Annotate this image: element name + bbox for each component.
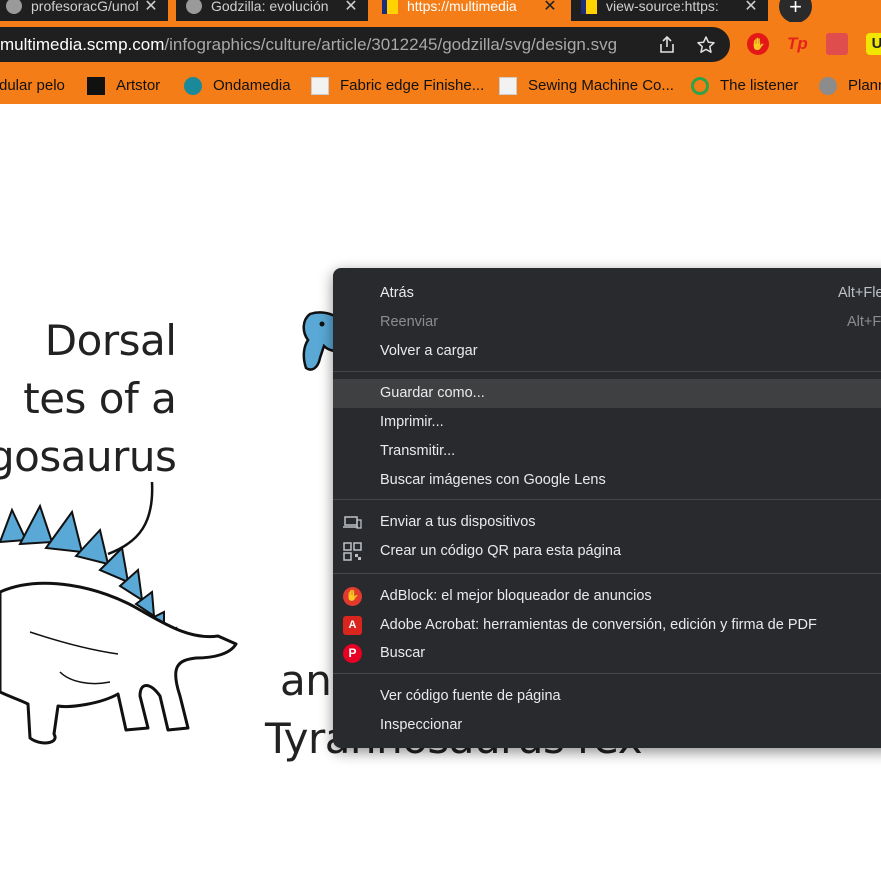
menu-item-label: Atrás [380, 285, 414, 301]
context-menu: Atrás Alt+Fle Reenviar Alt+F Volver a ca… [333, 268, 881, 748]
menu-item-adobe-acrobat[interactable]: A Adobe Acrobat: herramientas de convers… [333, 611, 881, 640]
tab-multimedia[interactable]: https://multimedia ✕ [372, 0, 567, 21]
github-icon [6, 0, 22, 14]
menu-item-label: Volver a cargar [380, 343, 478, 359]
tab-view-source[interactable]: view-source:https: ✕ [571, 0, 768, 21]
tab-title: profesoracG/unof [31, 0, 138, 14]
globe-icon [186, 0, 202, 14]
bookmark-label: dular pelo [0, 77, 65, 94]
bookmark-fabric-edge[interactable]: Fabric edge Finishe... [311, 67, 484, 104]
tab-title: https://multimedia [407, 0, 517, 14]
menu-item-label: Buscar imágenes con Google Lens [380, 472, 606, 488]
bookmark-the-listener[interactable]: The listener [691, 67, 798, 104]
menu-item-google-lens[interactable]: Buscar imágenes con Google Lens [333, 466, 881, 495]
send-to-devices-icon [343, 513, 362, 532]
menu-item-shortcut: Alt+Fle [838, 285, 881, 301]
bookmark-label: Plann [848, 77, 881, 94]
stegosaurus-illustration [0, 482, 238, 745]
tab-title: Godzilla: evolución [211, 0, 329, 14]
close-icon[interactable]: ✕ [744, 0, 758, 16]
menu-item-forward[interactable]: Reenviar Alt+F [333, 308, 881, 337]
caption-line: gosaurus [0, 432, 177, 481]
menu-item-label: Reenviar [380, 314, 439, 330]
tab-profesoracg[interactable]: profesoracG/unof ✕ [0, 0, 168, 21]
pinterest-icon: P [343, 644, 362, 663]
bookmark-artstor[interactable]: Artstor [87, 67, 160, 104]
menu-separator [333, 673, 881, 674]
menu-item-label: Inspeccionar [380, 717, 463, 733]
menu-item-label: Enviar a tus dispositivos [380, 514, 536, 530]
address-bar[interactable]: multimedia.scmp.com/infographics/culture… [0, 27, 730, 62]
extension-icon[interactable]: U [866, 33, 881, 55]
adblock-icon: ✋ [343, 587, 362, 606]
toolbar: multimedia.scmp.com/infographics/culture… [0, 22, 881, 82]
adblock-icon[interactable]: ✋ [747, 33, 769, 55]
bookmark-label: The listener [720, 77, 799, 94]
url-host: multimedia.scmp.com [0, 35, 165, 54]
bookmarks-bar: dular pelo Artstor Ondamedia Fabric edge… [0, 67, 881, 104]
qr-code-icon [343, 542, 362, 561]
menu-item-label: Buscar [380, 645, 426, 661]
play-circle-icon [691, 76, 709, 95]
bookmark-ondamedia[interactable]: Ondamedia [184, 67, 291, 104]
scmp-icon [382, 0, 398, 14]
bookmark-label: Ondamedia [213, 77, 291, 94]
close-icon[interactable]: ✕ [344, 0, 358, 16]
scmp-icon [581, 0, 597, 14]
menu-item-label: AdBlock: el mejor bloqueador de anuncios [380, 588, 652, 604]
menu-item-pinterest-search[interactable]: P Buscar [333, 639, 881, 668]
menu-item-send-to-devices[interactable]: Enviar a tus dispositivos [333, 508, 881, 537]
menu-item-adblock[interactable]: ✋ AdBlock: el mejor bloqueador de anunci… [333, 582, 881, 611]
tab-strip: profesoracG/unof ✕ Godzilla: evolución ✕… [0, 0, 881, 22]
caption-line: tes of a [23, 374, 177, 423]
menu-item-label: Crear un código QR para esta página [380, 543, 622, 559]
tab-godzilla[interactable]: Godzilla: evolución ✕ [176, 0, 368, 21]
bookmark-plann[interactable]: Plann [819, 67, 881, 104]
ondamedia-icon [184, 76, 202, 95]
sewing-figure-icon [311, 76, 329, 95]
bookmark-label: Artstor [116, 77, 161, 94]
menu-item-label: Ver código fuente de página [380, 688, 561, 704]
menu-item-label: Guardar como... [380, 385, 485, 401]
menu-item-label: Transmitir... [380, 443, 456, 459]
acrobat-icon: A [343, 616, 362, 635]
star-icon[interactable] [696, 35, 716, 55]
new-tab-button[interactable]: + [779, 0, 812, 22]
sewing-figure-icon [499, 76, 517, 95]
artstor-icon [87, 76, 105, 95]
url-text[interactable]: multimedia.scmp.com/infographics/culture… [0, 27, 617, 62]
menu-item-label: Adobe Acrobat: herramientas de conversió… [380, 617, 817, 633]
menu-item-qr-code[interactable]: Crear un código QR para esta página [333, 537, 881, 566]
menu-item-back[interactable]: Atrás Alt+Fle [333, 279, 881, 308]
menu-item-label: Imprimir... [380, 414, 444, 430]
menu-separator [333, 499, 881, 500]
globe-icon [819, 76, 837, 95]
menu-separator [333, 573, 881, 574]
tab-title: view-source:https: [606, 0, 719, 14]
menu-item-reload[interactable]: Volver a cargar [333, 337, 881, 366]
bookmark-label: Fabric edge Finishe... [340, 77, 485, 94]
bookmark-dular-pelo[interactable]: dular pelo [0, 67, 65, 104]
menu-item-save-as[interactable]: Guardar como... [333, 379, 881, 408]
bookmark-sewing-machine[interactable]: Sewing Machine Co... [499, 67, 674, 104]
close-icon[interactable]: ✕ [144, 0, 158, 16]
share-icon[interactable] [657, 35, 677, 55]
menu-separator [333, 371, 881, 372]
close-icon[interactable]: ✕ [543, 0, 557, 16]
url-path: /infographics/culture/article/3012245/go… [164, 35, 618, 54]
tp-extension-icon[interactable]: Tp [787, 33, 809, 55]
menu-item-cast[interactable]: Transmitir... [333, 437, 881, 466]
menu-item-print[interactable]: Imprimir... [333, 408, 881, 437]
calendar-extension-icon[interactable] [826, 33, 848, 55]
caption-line: Dorsal [44, 316, 177, 365]
menu-item-shortcut: Alt+F [847, 314, 881, 330]
menu-item-view-source[interactable]: Ver código fuente de página [333, 682, 881, 711]
stegosaurus-caption: Dorsal tes of a gosaurus [0, 312, 177, 486]
bookmark-label: Sewing Machine Co... [528, 77, 674, 94]
menu-item-inspect[interactable]: Inspeccionar [333, 711, 881, 740]
